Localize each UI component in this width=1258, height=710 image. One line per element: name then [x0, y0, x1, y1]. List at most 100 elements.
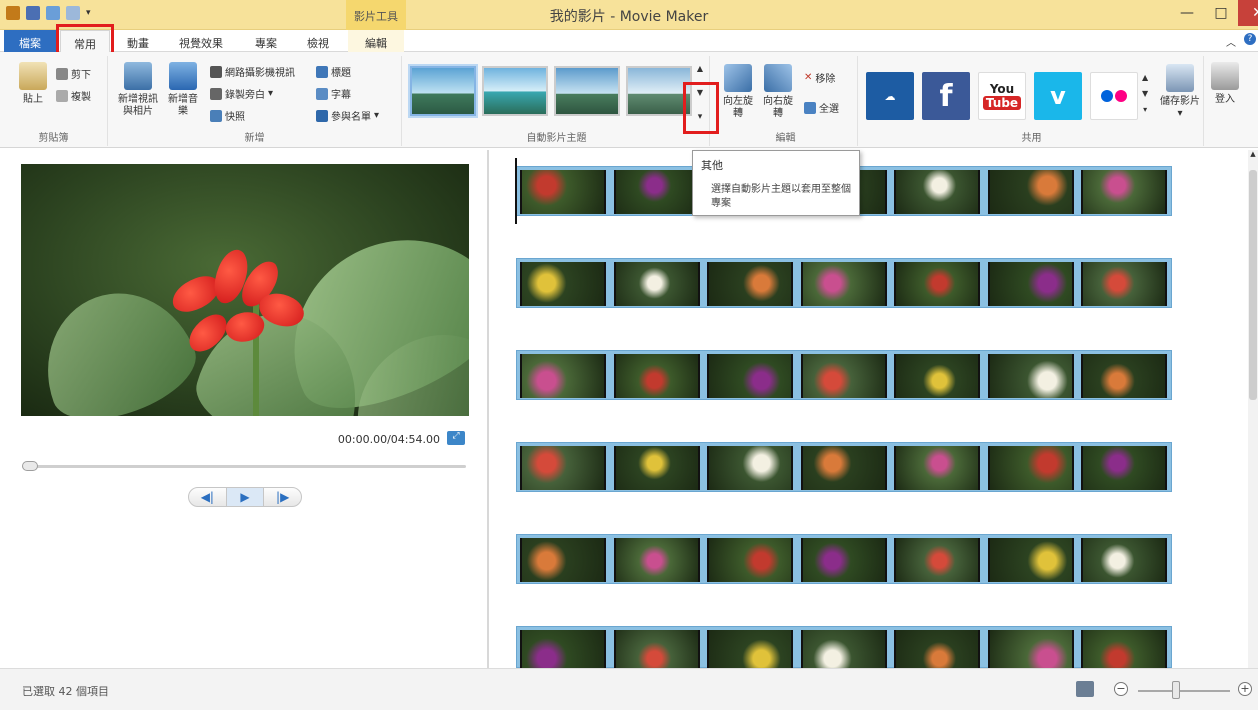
collapse-ribbon-icon[interactable]: ︿	[1226, 34, 1236, 49]
storyboard-scrollbar[interactable]: ▲	[1248, 150, 1258, 668]
seek-bar[interactable]	[22, 465, 466, 468]
narration-button[interactable]: 錄製旁白 ▾	[210, 86, 273, 101]
snapshot-button[interactable]: 快照	[210, 108, 245, 123]
webcam-button[interactable]: 網路攝影機視訊	[210, 64, 295, 79]
storyboard-clip[interactable]	[1081, 262, 1167, 306]
title-button[interactable]: 標題	[316, 64, 351, 79]
youtube-icon[interactable]: You Tube	[978, 72, 1026, 120]
storyboard-clip[interactable]	[894, 538, 980, 582]
pane-splitter[interactable]	[487, 150, 489, 668]
fullscreen-button[interactable]: ⤢	[447, 431, 465, 445]
rotate-left-button[interactable]: 向左旋轉	[720, 64, 756, 120]
storyboard-clip[interactable]	[520, 538, 606, 582]
storyboard-clip[interactable]	[894, 446, 980, 490]
storyboard-clip[interactable]	[800, 446, 887, 490]
storyboard-clip[interactable]	[987, 538, 1074, 582]
play-button[interactable]: ▶	[225, 488, 265, 506]
storyboard-clip[interactable]	[800, 538, 887, 582]
storyboard-clip[interactable]	[520, 170, 606, 214]
filmstrip-icon	[124, 62, 152, 90]
storyboard-clip[interactable]	[613, 538, 700, 582]
vimeo-icon[interactable]: v	[1034, 72, 1082, 120]
group-editing: 向左旋轉 向右旋轉 ✕ 移除 全選 編輯	[714, 56, 858, 146]
theme-thumbnail[interactable]	[554, 66, 620, 116]
storyboard-clip[interactable]	[613, 262, 700, 306]
thumbnail-size-icon[interactable]	[1076, 681, 1094, 697]
storyboard-clip[interactable]	[520, 354, 606, 398]
share-scroll-icon[interactable]: ▲ ▼ ▾	[1142, 70, 1148, 118]
storyboard-clip[interactable]	[613, 446, 700, 490]
storyboard-clip[interactable]	[1081, 354, 1167, 398]
status-text: 已選取 42 個項目	[22, 685, 109, 698]
narration-label: 錄製旁白	[225, 90, 265, 101]
zoom-out-button[interactable]: −	[1114, 682, 1128, 696]
storyboard-clip[interactable]	[520, 446, 606, 490]
credits-button[interactable]: 參與名單 ▾	[316, 108, 379, 123]
storyboard-clip[interactable]	[520, 262, 606, 306]
zoom-slider[interactable]	[1138, 690, 1230, 692]
select-all-button[interactable]: 全選	[804, 100, 839, 115]
remove-button[interactable]: ✕ 移除	[804, 70, 835, 85]
flickr-icon[interactable]	[1090, 72, 1138, 120]
storyboard-clip[interactable]	[800, 262, 887, 306]
scissors-icon	[56, 67, 68, 80]
tab-visual-effects[interactable]: 視覺效果	[168, 30, 234, 52]
select-all-label: 全選	[819, 104, 839, 115]
storyboard-clip[interactable]	[894, 354, 980, 398]
next-frame-button[interactable]: |▶	[264, 488, 301, 506]
scrollbar-thumb[interactable]	[1249, 170, 1257, 400]
close-button[interactable]: ✕	[1238, 0, 1258, 26]
cut-button[interactable]: 剪下	[56, 66, 91, 81]
rotate-right-button[interactable]: 向右旋轉	[760, 64, 796, 120]
storyboard-clip[interactable]	[1081, 170, 1167, 214]
save-movie-label: 儲存影片	[1160, 96, 1200, 107]
minimize-button[interactable]: —	[1170, 0, 1204, 26]
paste-icon	[19, 62, 47, 90]
credits-label: 參與名單	[331, 112, 371, 123]
paste-label: 貼上	[23, 94, 43, 105]
storyboard-clip[interactable]	[613, 170, 700, 214]
maximize-button[interactable]: □	[1204, 0, 1238, 26]
storyboard-clip[interactable]	[613, 354, 700, 398]
seek-thumb[interactable]	[22, 461, 38, 471]
theme-thumbnail[interactable]	[410, 66, 476, 116]
ribbon: 貼上 剪下 複製 剪貼簿 新增視訊與相片 新增音樂 網路攝影機視訊 錄製旁白▾	[0, 52, 1258, 148]
tab-view[interactable]: 檢視	[296, 30, 340, 52]
storyboard-clip[interactable]	[707, 354, 793, 398]
paste-button[interactable]: 貼上	[16, 62, 50, 106]
facebook-icon[interactable]: f	[922, 72, 970, 120]
zoom-in-button[interactable]: +	[1238, 682, 1252, 696]
copy-icon	[56, 89, 68, 102]
tab-animations[interactable]: 動畫	[116, 30, 160, 52]
storyboard-clip[interactable]	[987, 262, 1074, 306]
tab-project[interactable]: 專案	[244, 30, 288, 52]
video-preview[interactable]	[21, 164, 469, 416]
copy-button[interactable]: 複製	[56, 88, 91, 103]
caption-button[interactable]: 字幕	[316, 86, 351, 101]
storyboard-clip[interactable]	[894, 262, 980, 306]
signin-button[interactable]: 登入	[1208, 62, 1242, 106]
scroll-up-arrow-icon[interactable]: ▲	[1248, 150, 1258, 160]
storyboard-clip[interactable]	[707, 446, 793, 490]
storyboard-clip[interactable]	[987, 354, 1074, 398]
storyboard-clip[interactable]	[707, 262, 793, 306]
theme-thumbnail[interactable]	[482, 66, 548, 116]
add-music-button[interactable]: 新增音樂	[166, 62, 200, 118]
onedrive-icon[interactable]: ☁	[866, 72, 914, 120]
storyboard-clip[interactable]	[800, 354, 887, 398]
tab-file[interactable]: 檔案	[4, 30, 56, 52]
storyboard-clip[interactable]	[987, 170, 1074, 214]
storyboard-clip[interactable]	[894, 170, 980, 214]
title-bar: ▾ 影片工具 我的影片 - Movie Maker — □ ✕	[0, 0, 1258, 30]
zoom-slider-thumb[interactable]	[1172, 681, 1180, 699]
help-icon[interactable]: ?	[1244, 33, 1256, 45]
playback-controls: ◀| ▶ |▶	[188, 487, 302, 507]
storyboard-clip[interactable]	[1081, 538, 1167, 582]
storyboard-clip[interactable]	[707, 538, 793, 582]
save-movie-button[interactable]: 儲存影片▾	[1160, 64, 1200, 120]
tab-edit[interactable]: 編輯	[348, 30, 404, 52]
previous-frame-button[interactable]: ◀|	[189, 488, 226, 506]
storyboard-clip[interactable]	[1081, 446, 1167, 490]
storyboard-clip[interactable]	[987, 446, 1074, 490]
add-videos-button[interactable]: 新增視訊與相片	[114, 62, 162, 118]
